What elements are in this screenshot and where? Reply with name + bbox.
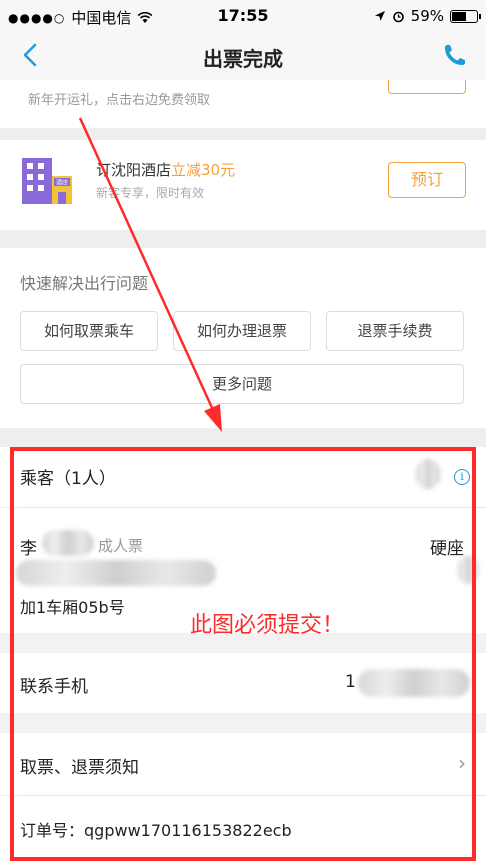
ticket-type: 成人票 [98,537,144,555]
seat-type: 硬座 [430,539,464,559]
promo-text: 新年开运礼，点击右边免费领取 [28,93,211,108]
redacted-id-number [16,560,216,586]
status-bar: ●●●●○ 中国电信 17:55 59% [0,0,486,32]
notice-label: 取票、退票须知 [20,758,139,778]
redacted-block [416,459,440,489]
passenger-header-row: 乘客（1人） i [0,447,486,507]
info-icon[interactable]: i [454,469,470,485]
passenger-name: 李 [20,539,37,559]
faq-heading: 快速解决出行问题 [20,274,149,293]
passenger-header: 乘客（1人） [20,469,116,489]
chevron-right-icon: › [458,751,466,775]
promo-banner: 新年开运礼，点击右边免费领取 [0,80,486,128]
faq-chip-more[interactable]: 更多问题 [20,364,464,404]
redacted-block [458,556,478,584]
contact-phone: 1 [345,672,356,692]
svg-text:酒店: 酒店 [56,179,68,187]
hotel-offer-title: 订沈阳酒店立减30元 [96,161,236,179]
faq-chip-pickup[interactable]: 如何取票乘车 [20,311,158,351]
notice-row[interactable]: 取票、退票须知 › [0,733,486,795]
faq-section: 快速解决出行问题 如何取票乘车 如何办理退票 退票手续费 更多问题 [0,248,486,428]
section-gap [0,713,486,733]
hotel-icon: 酒店 [22,158,72,204]
promo-claim-button[interactable] [388,80,466,94]
faq-chip-refund[interactable]: 如何办理退票 [173,311,311,351]
nav-bar: 出票完成 [0,32,486,80]
contact-row: 联系手机 1 [0,653,486,713]
order-row: 订单号：qgpww170116153822ecb [0,796,486,865]
battery-icon [450,9,481,23]
hotel-discount: 立减30元 [171,161,236,179]
redacted-phone [358,669,470,697]
page-title: 出票完成 [203,47,283,71]
book-button[interactable]: 预订 [388,162,466,198]
contact-label: 联系手机 [20,677,88,697]
hotel-offer-card: 酒店 订沈阳酒店立减30元 新客专享，限时有效 预订 [0,140,486,230]
annotation-note: 此图必须提交！ [190,613,345,638]
battery-percent: 59% [410,7,444,25]
redacted-name [42,530,94,556]
phone-icon[interactable] [442,42,468,68]
location-icon [374,11,385,21]
order-number: 订单号：qgpww170116153822ecb [20,821,292,840]
alarm-icon [392,11,404,22]
carriage-seat: 加1车厢05b号 [20,598,125,617]
faq-chip-fee[interactable]: 退票手续费 [326,311,464,351]
hotel-offer-subtitle: 新客专享，限时有效 [96,186,205,200]
